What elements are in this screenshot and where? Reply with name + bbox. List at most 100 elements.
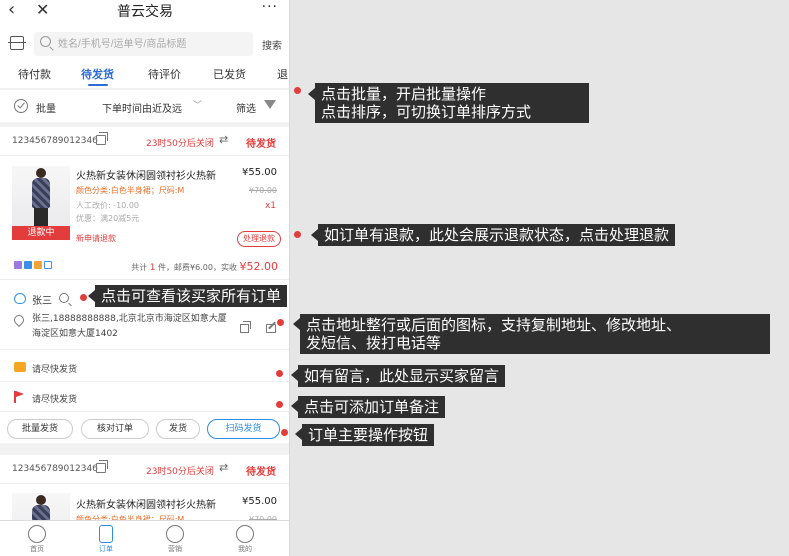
discount-info: 优惠：满20减5元 [76,214,140,223]
tabbar-label: 订单 [99,545,113,553]
divider [0,381,289,382]
sort-dropdown[interactable]: 下单时间由近及远 [102,100,182,115]
search-bar: 搜索 [0,24,289,62]
tabbar-item-orders[interactable]: 订单 [86,525,126,554]
callout-message: 如有留言，此处显示买家留言 [298,365,506,387]
callout-text: 发短信、拨打电话等 [306,334,442,352]
order-total: 共计 1 件，邮费¥6.00，实收 ¥52.00 [131,260,278,273]
callout-remark: 点击可添加订单备注 [298,396,446,418]
shipping-address[interactable]: 张三,18888888888,北京北京市海淀区如意大厦海淀区如意大厦1402 [32,312,232,342]
tab-pending-review[interactable]: 待评价 [148,66,181,82]
annotation-dot [294,87,301,94]
total-suffix: 件，邮费¥6.00，实收 [158,263,237,272]
profile-icon [236,525,254,543]
divider [0,155,289,156]
callout-text: 点击批量，开启批量操作 [321,85,487,103]
buyer-message: 请尽快发货 [32,365,78,375]
order-toolbar: 批量 下单时间由近及远 ﹀ 筛选 [0,90,289,122]
tabbar-label: 我的 [238,545,252,553]
copy-icon[interactable] [96,132,108,145]
order-number: 123456789012346 [12,136,98,146]
total-amount: ¥52.00 [239,260,279,273]
close-countdown: 23时50分后关闭 [146,139,214,149]
product-price: ¥55.00 [242,496,277,507]
order-number: 123456789012346 [12,464,98,474]
buyer-icon [14,293,26,304]
order-remark[interactable]: 请尽快发货 [32,392,77,405]
annotation-dot [276,401,283,408]
swap-icon[interactable]: ⇄ [219,461,228,474]
close-countdown: 23时50分后关闭 [146,467,214,477]
callout-text: 点击地址整行或后面的图标，支持复制地址、修改地址、 [306,316,682,334]
callout-batch-sort: 点击批量，开启批量操作 点击排序，可切换订单排序方式 [315,83,589,123]
edit-address-icon[interactable] [266,324,276,333]
copy-address-icon[interactable] [240,321,251,333]
tab-shipped[interactable]: 已发货 [213,66,246,82]
tabbar-label: 首页 [30,545,44,553]
channel-icon [34,261,42,269]
callout-text: 点击排序，可切换订单排序方式 [321,103,532,121]
handle-refund-button[interactable]: 处理退款 [237,231,281,247]
callout-pointer [295,428,302,440]
total-prefix: 共计 [131,263,148,272]
home-icon [28,525,46,543]
page-title: 普云交易 [117,4,173,20]
product-title[interactable]: 火热新女装休闲圆领衬衫火热新 [76,167,236,182]
callout-pointer [293,318,300,330]
buyer-orders-search-icon[interactable] [59,293,69,303]
copy-icon[interactable] [96,460,108,473]
channel-icon [24,261,32,269]
divider [0,411,289,412]
scan-icon[interactable] [8,36,26,50]
filter-button[interactable]: 筛选 [236,100,256,115]
product-price: ¥55.00 [242,167,277,178]
callout-address: 点击地址整行或后面的图标，支持复制地址、修改地址、 发短信、拨打电话等 [300,314,770,354]
channel-icons [14,261,52,269]
manual-price-adjust: 人工改价: -10.00 [76,201,140,210]
search-input[interactable] [58,35,248,53]
verify-order-button[interactable]: 核对订单 [81,419,149,439]
tab-pending-payment[interactable]: 待付款 [18,66,51,82]
tab-pending-shipment[interactable]: 待发货 [81,66,114,82]
divider [0,279,289,280]
product-image[interactable]: 退款中 [12,166,70,240]
order-status: 待发货 [246,467,276,478]
original-price: ¥70.00 [249,186,277,195]
ship-button[interactable]: 发货 [156,419,200,439]
annotation-dot [80,294,87,301]
annotation-dot [281,429,288,436]
callout-main-buttons: 订单主要操作按钮 [302,424,435,446]
order-status: 待发货 [246,139,276,150]
swap-icon[interactable]: ⇄ [219,133,228,146]
callout-pointer [291,400,298,412]
filter-icon[interactable] [264,100,276,109]
phone-icon [44,261,52,269]
callout-pointer [311,229,318,241]
order-icon [99,525,113,543]
location-pin-icon [11,312,27,328]
annotation-dot [294,231,301,238]
search-button[interactable]: 搜索 [262,37,282,52]
buyer-name[interactable]: 张三 [32,292,52,307]
tabbar-item-home[interactable]: 首页 [17,525,57,554]
phone-screen: ‹ ✕ 普云交易 ··· 搜索 待付款 待发货 待评价 已发货 退 批量 下单时… [0,0,290,556]
message-icon [14,362,26,372]
batch-ship-button[interactable]: 批量发货 [7,419,73,439]
scan-ship-button[interactable]: 扫码发货 [207,419,280,439]
refund-request-text: 新申请退款 [76,234,116,243]
more-icon[interactable]: ··· [262,0,278,15]
divider [0,349,289,350]
tabbar-label: 营销 [168,545,182,553]
bottom-tab-bar: 首页 订单 营销 我的 [0,520,289,556]
callout-pointer [308,88,315,100]
active-tab-indicator [88,84,108,86]
batch-button[interactable]: 批量 [36,100,56,115]
tabbar-item-profile[interactable]: 我的 [225,525,265,554]
tab-refund[interactable]: 退 [277,66,288,82]
tabbar-item-marketing[interactable]: 营销 [155,525,195,554]
product-title[interactable]: 火热新女装休闲圆领衬衫火热新 [76,496,236,511]
channel-icon [14,261,22,269]
batch-check-icon[interactable] [14,99,28,113]
search-box[interactable] [34,32,253,56]
divider [0,483,289,484]
